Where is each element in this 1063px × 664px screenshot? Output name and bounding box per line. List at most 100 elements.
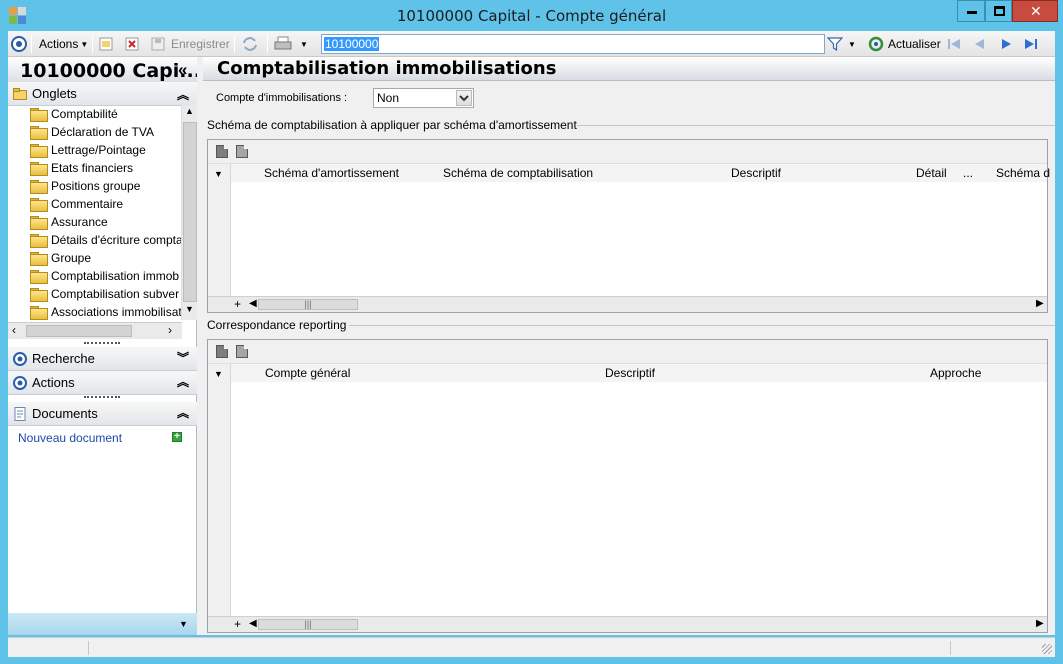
new-row-icon[interactable] [216,345,228,358]
documents-label: Documents [32,406,98,421]
previous-record-icon [975,39,984,49]
tab-comptabilite[interactable]: Comptabilité [30,105,118,123]
tab-comptabilisation-subvention[interactable]: Comptabilisation subver [30,285,179,303]
first-record-button[interactable] [946,34,962,54]
column-header[interactable]: Approche [930,366,981,380]
column-header[interactable]: Schéma de comptabilisation [443,166,593,180]
delete-record-button[interactable] [125,34,139,54]
tab-assurance[interactable]: Assurance [30,213,108,231]
grid-horizontal-scrollbar[interactable]: + ◀ ||| ▶ [208,296,1047,312]
folder-icon [30,252,48,266]
left-navigation-pane: 10100000 Capi... « Onglets ︽ Comptabilit… [8,57,201,635]
tab-lettrage-pointage[interactable]: Lettrage/Pointage [30,141,146,159]
tab-label: Comptabilisation immob [51,269,180,283]
tab-label: Commentaire [51,197,124,211]
resize-grip-icon[interactable] [1042,644,1052,654]
column-header[interactable]: Schéma d'amortissement [264,166,399,180]
scroll-left-icon[interactable]: ◀ [249,298,257,309]
tab-details-ecriture[interactable]: Détails d'écriture compta [30,231,183,249]
last-record-button[interactable] [1023,34,1039,54]
recherche-section-header[interactable]: Recherche ︾ [8,347,197,371]
column-header[interactable]: Schéma d [996,166,1050,180]
scroll-right-icon[interactable]: ▶ [1036,618,1044,629]
refresh-button[interactable]: Actualiser [868,34,941,54]
tabs-horizontal-scrollbar[interactable]: ‹ › [8,322,182,339]
actions-section-header[interactable]: Actions ︽ [8,371,197,395]
scrollbar-thumb[interactable]: ||| [258,619,358,630]
nav-back-circle-button[interactable] [11,34,27,54]
folder-icon [30,144,48,158]
chevron-down-icon: ▼ [300,39,308,49]
onglets-section-header[interactable]: Onglets ︽ [8,82,197,106]
column-header[interactable]: ... [963,166,973,180]
tab-label: Positions groupe [51,179,141,193]
compte-immobilisations-value: Non [377,91,400,105]
column-chooser-icon[interactable]: ▼ [214,169,223,179]
column-header[interactable]: Détail [916,166,947,180]
save-button[interactable]: Enregistrer [151,34,230,54]
tab-commentaire[interactable]: Commentaire [30,195,123,213]
grid-header: Compte général Descriptif Approche [208,364,1047,382]
left-pane-footer[interactable]: ▼ [8,613,197,635]
toolbar-separator [234,35,235,53]
toolbar-separator [267,35,268,53]
expand-icon[interactable]: + [234,297,241,311]
print-button[interactable]: ▼ [274,34,308,54]
delete-row-icon[interactable] [236,345,248,358]
documents-section-header[interactable]: Documents ︽ [8,402,197,426]
grid-toolbar [208,140,1047,164]
save-label: Enregistrer [171,37,230,51]
collapse-pane-icon[interactable]: « [178,60,187,80]
tab-associations-immobilisation[interactable]: Associations immobilisat [30,303,182,321]
minimize-button[interactable] [957,0,985,22]
group-schema-label: Schéma de comptabilisation à appliquer p… [207,118,577,132]
tab-etats-financiers[interactable]: Etats financiers [30,159,133,177]
scroll-left-icon[interactable]: ◀ [249,618,257,629]
maximize-button[interactable] [985,0,1012,22]
delete-row-icon[interactable] [236,145,248,158]
title-bar[interactable]: 10100000 Capital - Compte général ✕ [0,0,1063,31]
column-header[interactable]: Descriptif [731,166,781,180]
tab-label: Groupe [51,251,92,265]
search-input[interactable]: 10100000 [321,34,825,54]
chevron-down-icon: ▼ [848,39,856,49]
target-icon [13,376,27,390]
scrollbar-thumb[interactable] [26,325,132,337]
column-header[interactable]: Descriptif [605,366,655,380]
new-record-button[interactable] [99,34,113,54]
tabs-vertical-scrollbar[interactable]: ▲ ▼ [181,105,197,320]
compte-immobilisations-select[interactable]: Non [373,88,474,108]
splitter-grip[interactable] [84,396,120,399]
splitter-grip[interactable] [84,342,120,345]
next-record-button[interactable] [998,34,1014,54]
dropdown-button[interactable] [456,90,472,106]
filter-button[interactable]: ▼ [827,34,856,54]
column-chooser-icon[interactable]: ▼ [214,369,223,379]
row-selector-column [208,364,231,616]
grid-horizontal-scrollbar[interactable]: + ◀ ||| ▶ [208,616,1047,632]
scroll-right-icon: › [168,323,172,337]
row-selector-column [208,164,231,296]
scrollbar-thumb[interactable] [183,122,197,302]
tab-declaration-tva[interactable]: Déclaration de TVA [30,123,154,141]
expand-icon[interactable]: + [234,617,241,631]
new-row-icon[interactable] [216,145,228,158]
sync-button[interactable] [241,34,259,54]
scroll-right-icon[interactable]: ▶ [1036,298,1044,309]
add-document-icon[interactable]: + [172,432,182,442]
previous-record-button[interactable] [972,34,988,54]
actions-menu-button[interactable]: Actions ▼ [39,34,88,54]
tab-groupe[interactable]: Groupe [30,249,91,267]
new-document-link[interactable]: Nouveau document [18,431,122,445]
scrollbar-thumb[interactable]: ||| [258,299,358,310]
tab-positions-groupe[interactable]: Positions groupe [30,177,140,195]
close-button[interactable]: ✕ [1012,0,1058,22]
onglets-label: Onglets [32,86,77,101]
save-icon [151,37,165,51]
maximize-icon [994,6,1005,16]
column-header[interactable]: Compte général [265,366,350,380]
recherche-label: Recherche [32,351,95,366]
new-document-icon [99,37,113,51]
first-record-icon [948,39,960,49]
tab-comptabilisation-immob[interactable]: Comptabilisation immob [30,267,179,285]
